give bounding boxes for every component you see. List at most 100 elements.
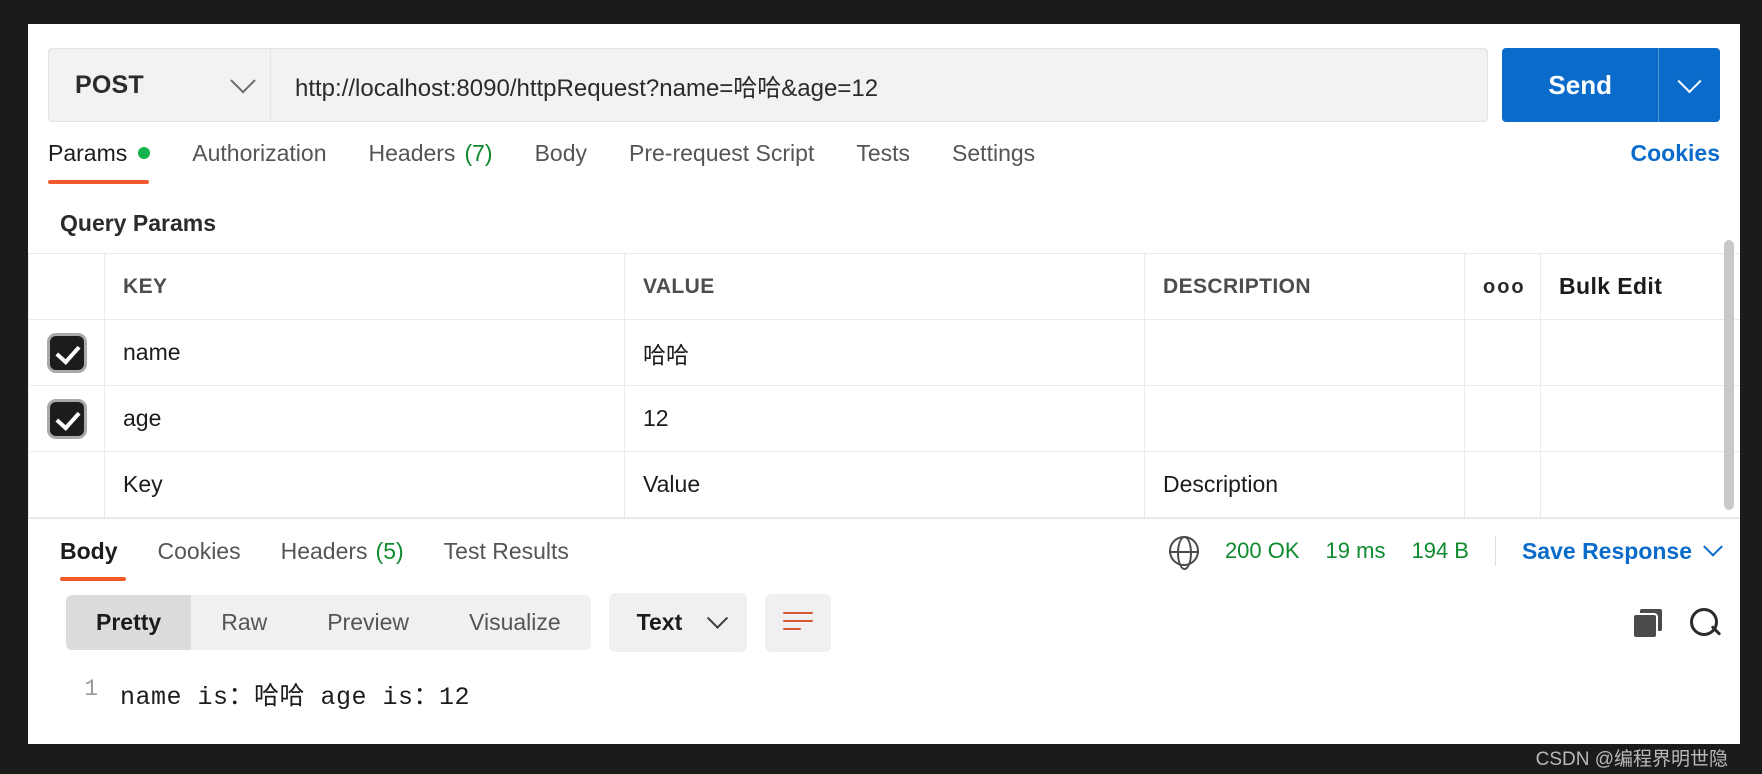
view-visualize[interactable]: Visualize	[439, 595, 591, 650]
new-description-input[interactable]: Description	[1145, 452, 1465, 518]
response-tab-cookies-label: Cookies	[158, 538, 241, 565]
chevron-down-icon	[230, 68, 255, 93]
table-row: age 12	[29, 386, 1741, 452]
tab-params[interactable]: Params	[48, 122, 150, 184]
save-response-label: Save Response	[1522, 538, 1692, 565]
tab-settings[interactable]: Settings	[952, 122, 1035, 184]
wrap-lines-button[interactable]	[765, 594, 831, 652]
tab-headers-label: Headers	[369, 140, 456, 167]
header-description: DESCRIPTION	[1145, 254, 1465, 320]
cookies-link[interactable]: Cookies	[1631, 140, 1720, 167]
row-checkbox[interactable]	[50, 402, 84, 436]
params-modified-dot-icon	[138, 147, 150, 159]
request-tab-bar: Params Authorization Headers (7) Body Pr…	[28, 122, 1740, 184]
response-time: 19 ms	[1326, 538, 1386, 564]
response-size: 194 B	[1411, 538, 1469, 564]
view-preview[interactable]: Preview	[297, 595, 439, 650]
window-frame-left	[0, 0, 28, 774]
http-method-label: POST	[75, 71, 144, 100]
meta-divider	[1495, 536, 1496, 566]
tab-body[interactable]: Body	[535, 122, 587, 184]
row-value[interactable]: 哈哈	[625, 320, 1145, 386]
row-description[interactable]	[1145, 386, 1465, 452]
response-tab-body[interactable]: Body	[60, 519, 118, 583]
chevron-down-icon	[1677, 69, 1701, 93]
body-view-switcher: Pretty Raw Preview Visualize	[66, 595, 591, 650]
save-response-button[interactable]: Save Response	[1522, 538, 1720, 565]
response-tab-headers[interactable]: Headers (5)	[281, 519, 404, 583]
send-group: Send	[1502, 48, 1720, 122]
table-row-placeholder: Key Value Description	[29, 452, 1741, 518]
chevron-down-icon	[707, 608, 728, 629]
bulk-edit-button[interactable]: Bulk Edit	[1559, 273, 1662, 299]
copy-icon[interactable]	[1634, 609, 1662, 637]
new-key-input[interactable]: Key	[105, 452, 625, 518]
tab-pre-request-script[interactable]: Pre-request Script	[629, 122, 814, 184]
watermark: CSDN @编程界明世隐	[1536, 744, 1728, 771]
active-response-tab-indicator	[60, 577, 126, 581]
response-tab-headers-count: (5)	[376, 538, 404, 565]
response-tab-body-label: Body	[60, 538, 118, 565]
send-button[interactable]: Send	[1502, 48, 1658, 122]
window-frame-top	[0, 0, 1762, 24]
response-tab-bar: Body Cookies Headers (5) Test Results 20…	[28, 519, 1740, 583]
tab-headers-count: (7)	[464, 140, 492, 167]
response-tab-cookies[interactable]: Cookies	[158, 519, 241, 583]
tab-params-label: Params	[48, 140, 127, 167]
search-icon[interactable]	[1690, 608, 1720, 638]
row-checkbox[interactable]	[50, 336, 84, 370]
tab-tests[interactable]: Tests	[856, 122, 910, 184]
window-frame-right	[1740, 0, 1762, 774]
active-tab-indicator	[48, 180, 149, 184]
response-tab-test-results[interactable]: Test Results	[444, 519, 569, 583]
response-meta: 200 OK 19 ms 194 B Save Response	[1169, 536, 1720, 566]
url-input[interactable]: http://localhost:8090/httpRequest?name=哈…	[270, 48, 1488, 122]
new-value-input[interactable]: Value	[625, 452, 1145, 518]
tab-pre-request-script-label: Pre-request Script	[629, 140, 814, 167]
send-options-button[interactable]	[1658, 48, 1720, 122]
row-spacer-2	[1541, 320, 1741, 386]
tab-settings-label: Settings	[952, 140, 1035, 167]
response-body-toolbar: Pretty Raw Preview Visualize Text	[28, 583, 1740, 662]
line-number: 1	[28, 676, 120, 712]
row-key[interactable]: age	[105, 386, 625, 452]
http-method-selector[interactable]: POST	[48, 48, 270, 122]
tab-authorization-label: Authorization	[192, 140, 326, 167]
screenshot-root: POST http://localhost:8090/httpRequest?n…	[0, 0, 1762, 774]
row-value[interactable]: 12	[625, 386, 1145, 452]
body-format-selector[interactable]: Text	[609, 593, 748, 652]
window-frame-bottom	[0, 744, 1762, 774]
response-body-viewer: 1 name is：哈哈 age is：12	[28, 662, 1740, 712]
postman-request-pane: POST http://localhost:8090/httpRequest?n…	[28, 24, 1740, 744]
table-row: name 哈哈	[29, 320, 1741, 386]
params-scrollbar[interactable]	[1724, 240, 1734, 510]
tab-tests-label: Tests	[856, 140, 910, 167]
wrap-lines-icon	[783, 612, 813, 634]
header-checkbox-cell	[29, 254, 105, 320]
response-tab-test-results-label: Test Results	[444, 538, 569, 565]
row-spacer-2	[1541, 386, 1741, 452]
response-status: 200 OK	[1225, 538, 1300, 564]
tab-body-label: Body	[535, 140, 587, 167]
globe-icon	[1169, 536, 1199, 566]
table-header-row: KEY VALUE DESCRIPTION ooo Bulk Edit	[29, 254, 1741, 320]
row-description[interactable]	[1145, 320, 1465, 386]
query-params-table: KEY VALUE DESCRIPTION ooo Bulk Edit	[28, 253, 1740, 518]
query-params-title: Query Params	[28, 184, 1740, 253]
url-bar: POST http://localhost:8090/httpRequest?n…	[28, 24, 1740, 122]
view-pretty[interactable]: Pretty	[66, 595, 191, 650]
row-spacer	[1465, 320, 1541, 386]
header-value: VALUE	[625, 254, 1145, 320]
body-toolbar-actions	[1634, 608, 1720, 638]
chevron-down-icon	[1703, 537, 1723, 557]
table-options-icon[interactable]: ooo	[1483, 276, 1526, 298]
tab-headers[interactable]: Headers (7)	[369, 122, 493, 184]
header-key: KEY	[105, 254, 625, 320]
row-spacer	[1465, 386, 1541, 452]
tab-authorization[interactable]: Authorization	[192, 122, 326, 184]
response-body-text: name is：哈哈 age is：12	[120, 676, 470, 712]
response-tab-headers-label: Headers	[281, 538, 368, 565]
body-format-label: Text	[637, 609, 683, 636]
row-key[interactable]: name	[105, 320, 625, 386]
view-raw[interactable]: Raw	[191, 595, 297, 650]
